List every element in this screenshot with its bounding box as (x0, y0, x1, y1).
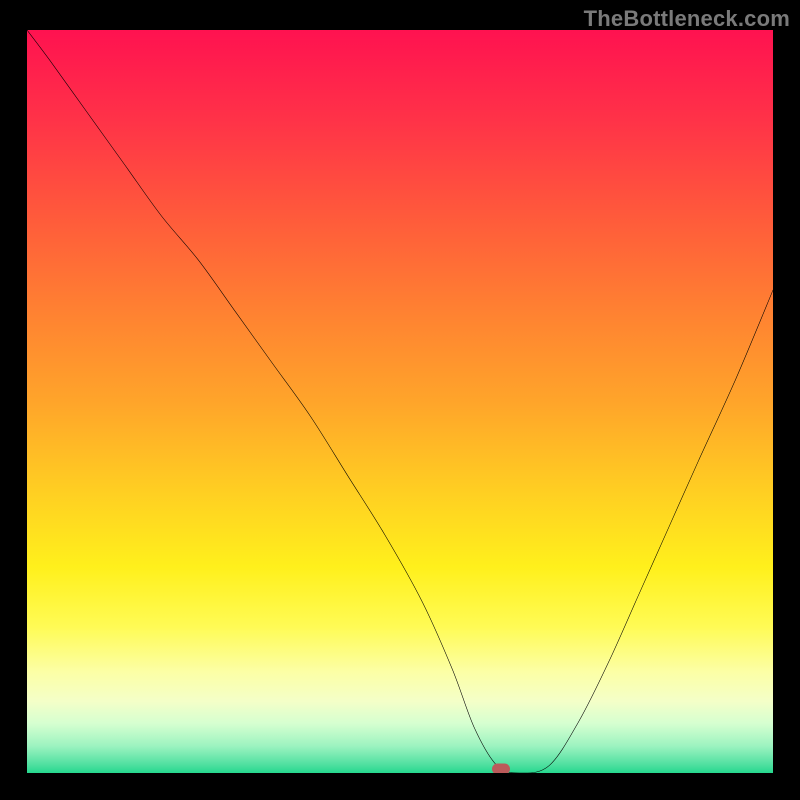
bottleneck-curve (27, 30, 773, 773)
watermark-text: TheBottleneck.com (584, 6, 790, 32)
chart-frame: TheBottleneck.com (0, 0, 800, 800)
optimum-marker (492, 763, 510, 773)
curve-layer (27, 30, 773, 773)
plot-area (27, 30, 773, 773)
